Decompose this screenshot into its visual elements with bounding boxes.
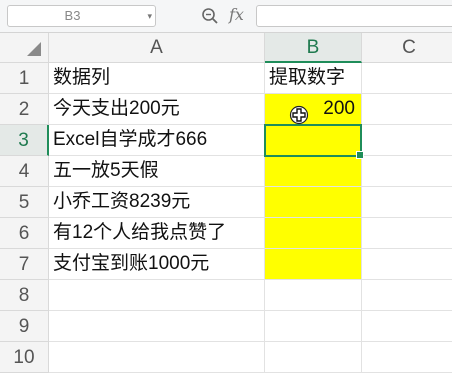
chevron-down-icon[interactable]: ▾ [147, 6, 152, 26]
row-header[interactable]: 5 [0, 187, 49, 218]
cell-text: 提取数字 [269, 67, 346, 88]
cell-b9[interactable] [265, 311, 362, 342]
cell-text: 支付宝到账1000元 [53, 253, 210, 274]
cell-a7[interactable]: 支付宝到账1000元 [49, 249, 265, 280]
cell-b5[interactable] [265, 187, 362, 218]
row-header[interactable]: 10 [0, 342, 49, 373]
cell-text: 小乔工资8239元 [53, 191, 191, 212]
cell-b8[interactable] [265, 280, 362, 311]
row-header[interactable]: 9 [0, 311, 49, 342]
cell-c4[interactable] [362, 156, 452, 187]
column-header-b[interactable]: B [265, 33, 362, 63]
cell-b1[interactable]: 提取数字 [265, 63, 362, 94]
cell-text: 数据列 [53, 67, 111, 88]
cell-b6[interactable] [265, 218, 362, 249]
formula-input[interactable] [256, 5, 452, 27]
cell-text: Excel自学成才666 [53, 129, 208, 150]
name-box[interactable]: B3 ▾ [7, 5, 156, 27]
zoom-icon[interactable] [201, 7, 219, 25]
cell-a4[interactable]: 五一放5天假 [49, 156, 265, 187]
cell-a6[interactable]: 有12个人给我点赞了 [49, 218, 265, 249]
column-header-a[interactable]: A [49, 33, 265, 63]
select-all-icon [27, 42, 41, 56]
cell-a10[interactable] [49, 342, 265, 373]
formula-bar: B3 ▾ fx [0, 0, 452, 33]
active-cell-selection[interactable] [264, 124, 364, 159]
cell-b2[interactable]: 200 [265, 94, 362, 125]
row-header[interactable]: 2 [0, 94, 49, 125]
cell-a8[interactable] [49, 280, 265, 311]
cell-b7[interactable] [265, 249, 362, 280]
cell-a1[interactable]: 数据列 [49, 63, 265, 94]
cell-c8[interactable] [362, 280, 452, 311]
cell-text: 有12个人给我点赞了 [53, 222, 227, 243]
fill-handle[interactable] [356, 151, 364, 159]
cell-text: 五一放5天假 [53, 160, 159, 181]
cell-c6[interactable] [362, 218, 452, 249]
cell-a2[interactable]: 今天支出200元 [49, 94, 265, 125]
cell-c9[interactable] [362, 311, 452, 342]
fx-icon[interactable]: fx [229, 5, 244, 24]
row-header[interactable]: 4 [0, 156, 49, 187]
cell-c7[interactable] [362, 249, 452, 280]
cell-c5[interactable] [362, 187, 452, 218]
cell-c3[interactable] [362, 125, 452, 156]
cell-c10[interactable] [362, 342, 452, 373]
cell-c1[interactable] [362, 63, 452, 94]
cell-c2[interactable] [362, 94, 452, 125]
row-header[interactable]: 1 [0, 63, 49, 94]
cell-text: 200 [323, 98, 355, 119]
row-header[interactable]: 8 [0, 280, 49, 311]
row-header[interactable]: 3 [0, 125, 49, 156]
select-all-corner[interactable] [0, 33, 49, 63]
cell-a5[interactable]: 小乔工资8239元 [49, 187, 265, 218]
cell-b4[interactable] [265, 156, 362, 187]
cell-b10[interactable] [265, 342, 362, 373]
row-header[interactable]: 7 [0, 249, 49, 280]
cell-cursor-icon [289, 105, 309, 125]
cell-a3[interactable]: Excel自学成才666 [49, 125, 265, 156]
name-box-value: B3 [64, 8, 81, 23]
cell-text: 今天支出200元 [53, 98, 180, 119]
cell-a9[interactable] [49, 311, 265, 342]
column-header-c[interactable]: C [362, 33, 452, 63]
row-header[interactable]: 6 [0, 218, 49, 249]
